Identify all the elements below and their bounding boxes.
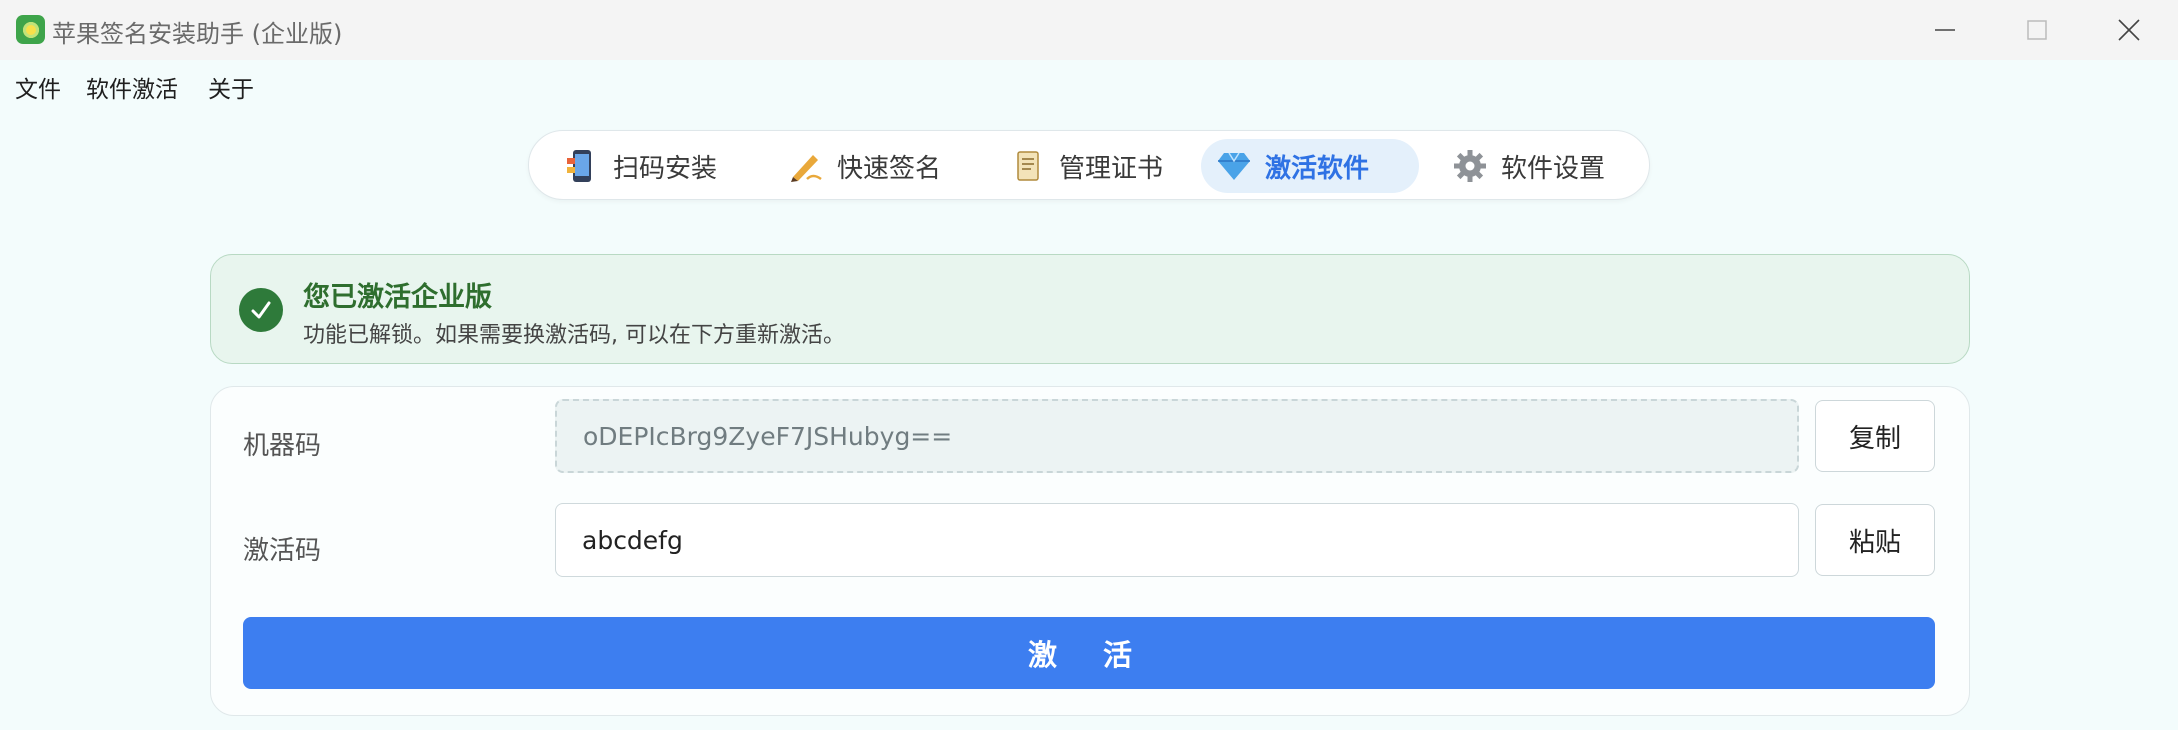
activation-form-card: 机器码 oDEPIcBrg9ZyeF7JSHubyg== 复制 激活码 abcd…	[210, 386, 1970, 716]
close-button[interactable]	[2084, 0, 2174, 60]
check-icon	[239, 288, 283, 332]
title-bar[interactable]: 苹果签名安装助手 (企业版)	[0, 0, 2178, 60]
pen-sign-icon	[789, 149, 823, 183]
window-title: 苹果签名安装助手 (企业版)	[52, 20, 343, 48]
tab-label: 快速签名	[837, 153, 942, 184]
copy-button[interactable]: 复制	[1815, 400, 1935, 472]
maximize-icon	[2027, 20, 2047, 40]
close-icon	[2118, 19, 2140, 41]
minimize-icon	[1935, 29, 1955, 31]
banner-title: 您已激活企业版	[303, 282, 492, 313]
menu-about[interactable]: 关于	[208, 70, 254, 104]
gear-icon	[1453, 149, 1487, 183]
app-logo-icon	[16, 15, 45, 44]
activation-code-label: 激活码	[243, 536, 322, 566]
tab-scan-install[interactable]: 扫码安装	[549, 139, 753, 193]
paste-button[interactable]: 粘贴	[1815, 504, 1935, 576]
tab-label: 扫码安装	[613, 153, 718, 184]
menu-file[interactable]: 文件	[15, 70, 61, 104]
tab-manage-certs[interactable]: 管理证书	[995, 139, 1199, 193]
activation-status-banner: 您已激活企业版 功能已解锁。如果需要换激活码, 可以在下方重新激活。	[210, 254, 1970, 364]
tab-activate-software[interactable]: 激活软件	[1201, 139, 1419, 193]
main-content: 扫码安装 快速签名 管理证书 激活软件 软件设置 您已激活企业版 功能已解锁。如…	[0, 112, 2178, 730]
scroll-certificate-icon	[1011, 149, 1045, 183]
menu-bar: 文件 软件激活 关于	[0, 60, 2178, 112]
phone-qr-icon	[565, 149, 599, 183]
tab-label: 管理证书	[1059, 153, 1164, 184]
tab-label: 激活软件	[1265, 153, 1370, 184]
machine-code-field[interactable]: oDEPIcBrg9ZyeF7JSHubyg==	[555, 399, 1799, 473]
maximize-button[interactable]	[1992, 0, 2082, 60]
minimize-button[interactable]	[1900, 0, 1990, 60]
machine-code-label: 机器码	[243, 431, 322, 461]
tab-settings[interactable]: 软件设置	[1437, 139, 1637, 193]
diamond-icon	[1217, 149, 1251, 183]
activate-button[interactable]: 激 活	[243, 617, 1935, 689]
activation-code-input[interactable]: abcdefg	[555, 503, 1799, 577]
tab-label: 软件设置	[1501, 153, 1606, 184]
tab-bar: 扫码安装 快速签名 管理证书 激活软件 软件设置	[528, 130, 1650, 200]
banner-description: 功能已解锁。如果需要换激活码, 可以在下方重新激活。	[303, 323, 845, 348]
menu-activate[interactable]: 软件激活	[86, 70, 178, 104]
tab-quick-sign[interactable]: 快速签名	[773, 139, 977, 193]
